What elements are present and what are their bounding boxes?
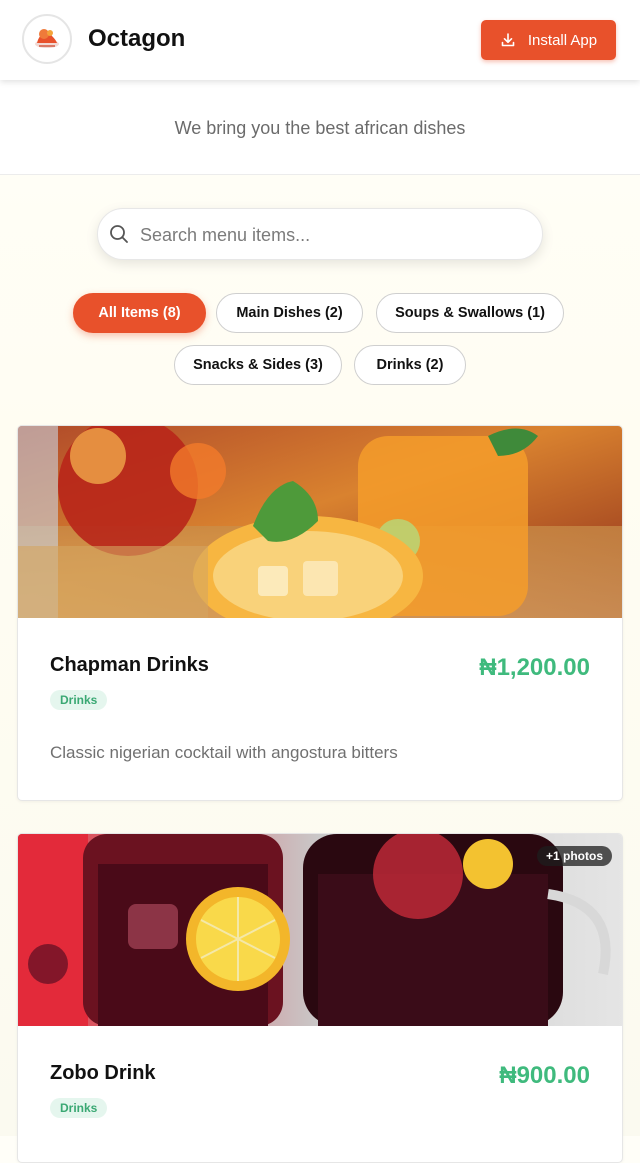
menu-item-name: Chapman Drinks <box>50 654 209 676</box>
search-icon <box>110 225 128 243</box>
menu-item-card[interactable]: +1 photos Zobo Drink ₦900.00 Drinks <box>17 833 623 1163</box>
restaurant-logo-icon[interactable] <box>22 14 72 64</box>
filter-label: Main Dishes (2) <box>236 305 343 321</box>
filter-label: Soups & Swallows (1) <box>395 305 545 321</box>
category-badge: Drinks <box>50 690 108 710</box>
search-bar[interactable] <box>97 208 543 260</box>
menu-item-photo[interactable]: +1 photos <box>18 834 622 1026</box>
filter-soups-swallows[interactable]: Soups & Swallows (1) <box>376 293 564 333</box>
more-photos-badge: +1 photos <box>536 846 612 866</box>
menu-item-description: Classic nigerian cocktail with angostura… <box>50 743 398 762</box>
app-header: Octagon Install App <box>0 0 640 80</box>
tagline: We bring you the best african dishes <box>174 118 466 138</box>
filter-drinks[interactable]: Drinks (2) <box>354 345 466 385</box>
install-app-button[interactable]: Install App <box>481 20 616 60</box>
filter-label: Snacks & Sides (3) <box>193 357 323 373</box>
menu-item-card[interactable]: Chapman Drinks ₦1,200.00 Drinks Classic … <box>17 425 623 801</box>
menu-item-name: Zobo Drink <box>50 1062 156 1084</box>
search-input[interactable] <box>138 219 532 251</box>
category-badge: Drinks <box>50 1098 108 1118</box>
filter-label: All Items (8) <box>98 305 181 321</box>
brand-name: Octagon <box>88 25 186 52</box>
filter-label: Drinks (2) <box>376 357 444 373</box>
menu-item-price: ₦1,200.00 <box>479 654 590 681</box>
filter-all-items[interactable]: All Items (8) <box>73 293 206 333</box>
download-icon <box>501 33 515 47</box>
menu-item-price: ₦900.00 <box>499 1062 590 1089</box>
filter-main-dishes[interactable]: Main Dishes (2) <box>216 293 363 333</box>
filter-snacks-sides[interactable]: Snacks & Sides (3) <box>174 345 342 385</box>
menu-item-photo[interactable] <box>18 426 622 618</box>
install-app-label: Install App <box>527 31 598 49</box>
